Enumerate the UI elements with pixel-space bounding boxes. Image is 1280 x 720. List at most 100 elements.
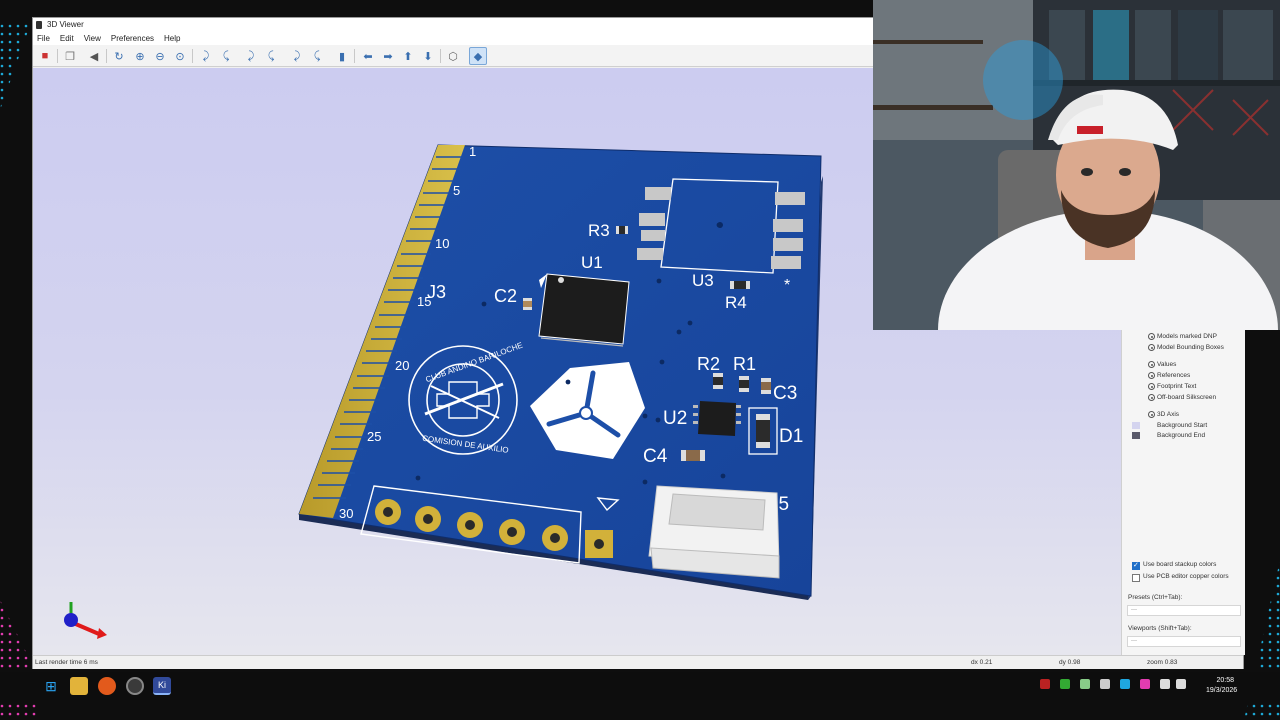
menu-preferences[interactable]: Preferences [111,32,154,45]
ref-c4: C4 [643,446,668,467]
visibility-eye-icon[interactable] [1148,372,1155,379]
clock[interactable]: 20:58 19/3/2026 [1206,676,1237,696]
flip-board-icon[interactable]: ▮ [333,47,351,65]
pan-down-icon[interactable]: ⬇ [419,47,437,65]
pan-right-icon[interactable]: ➡ [379,47,397,65]
ref-d1: D1 [779,426,803,447]
rotate-y-ccw-icon[interactable]: ⤹ [262,47,280,65]
use-pcb-copper-label: Use PCB editor copper colors [1143,573,1229,580]
layer-row-3d-axis[interactable]: 3D Axis [1122,409,1246,420]
file-explorer-icon[interactable] [70,677,88,695]
webcam-overlay [873,0,1280,330]
presets-dropdown[interactable]: --- [1127,605,1241,616]
viewports-label: Viewports (Shift+Tab): [1128,625,1192,632]
resistor-r1 [739,376,749,392]
tray-icon-3[interactable] [1080,679,1090,689]
layer-row-offboard-silk[interactable]: Off-board Silkscreen [1122,392,1246,403]
menu-view[interactable]: View [84,32,101,45]
layer-row-footprint-text[interactable]: Footprint Text [1122,381,1246,392]
layer-label: Model Bounding Boxes [1157,344,1224,351]
pin-number-30: 30 [339,506,353,521]
color-swatch[interactable] [1132,422,1140,429]
layer-row-values[interactable]: Values [1122,359,1246,370]
use-board-stackup-label: Use board stackup colors [1143,561,1217,568]
pin-number-20: 20 [395,358,409,373]
reload-icon[interactable]: ↻ [110,47,128,65]
layer-label: Values [1157,361,1177,368]
visibility-eye-icon[interactable] [1148,333,1155,340]
zoom-fit-icon[interactable]: ⊙ [171,47,189,65]
status-dx: dx 0.21 [971,659,993,666]
capacitor-c4 [681,450,705,461]
zoom-out-icon[interactable]: ⊖ [151,47,169,65]
tray-icon-2[interactable] [1060,679,1070,689]
layers-panel-icon[interactable]: ◆ [469,47,487,65]
resistor-r2 [713,373,723,389]
desktop: { "window": { "title": "3D Viewer", "men… [0,0,1280,720]
layer-label: Off-board Silkscreen [1157,394,1217,401]
visibility-eye-icon[interactable] [1148,411,1155,418]
3d-axis-gizmo [64,602,107,639]
ref-u2: U2 [663,408,687,429]
webcam-feed [873,0,1280,330]
ortho-icon[interactable]: ⬡ [444,47,462,65]
layer-row-references[interactable]: References [1122,370,1246,381]
tray-icon-4[interactable] [1100,679,1110,689]
visibility-eye-icon[interactable] [1148,383,1155,390]
menu-edit[interactable]: Edit [60,32,74,45]
volume-icon[interactable] [1176,679,1186,689]
resistor-r4 [730,281,750,289]
tray-icon-6[interactable] [1140,679,1150,689]
kicad-icon[interactable]: Ki [153,677,171,695]
connector-j5 [648,485,780,579]
ref-u3: U3 [692,271,714,290]
firefox-icon[interactable] [98,677,116,695]
taskbar: ⊞ Ki 20:58 19/3/2026 [0,672,1280,700]
render-icon[interactable]: ■ [36,47,54,65]
status-bar: Last render time 6 ms dx 0.21 dy 0.98 zo… [33,655,1243,669]
color-swatch[interactable] [1132,432,1140,439]
menu-file[interactable]: File [37,32,50,45]
ref-u1: U1 [581,253,603,272]
layer-row-bounding-boxes[interactable]: Model Bounding Boxes [1122,342,1246,353]
ref-r4: R4 [725,293,747,312]
chrome-icon[interactable] [126,677,144,695]
resistor-r3 [616,226,628,234]
layer-label: 3D Axis [1157,411,1180,418]
tray-icon-5[interactable] [1120,679,1130,689]
rotate-z-cw-icon[interactable]: ⤸ [288,47,306,65]
layer-label: Models marked DNP [1157,333,1217,340]
network-icon[interactable] [1160,679,1170,689]
pin-number-10: 10 [435,236,449,251]
menu-help[interactable]: Help [164,32,180,45]
copy-icon[interactable]: ❐ [61,47,79,65]
visibility-eye-icon[interactable] [1148,344,1155,351]
layer-row-models-dnp[interactable]: Models marked DNP [1122,331,1246,342]
pin-number-1: 1 [469,144,476,159]
zoom-in-icon[interactable]: ⊕ [131,47,149,65]
ref-j3: J3 [427,282,446,302]
rotate-z-ccw-icon[interactable]: ⤹ [308,47,326,65]
app-icon [36,21,42,29]
use-board-stackup-checkbox[interactable] [1132,561,1140,570]
pan-left-icon[interactable]: ⬅ [359,47,377,65]
ic-u2 [693,401,741,436]
layer-label: Background End [1157,432,1206,439]
raytrace-icon[interactable]: ◀ [85,47,103,65]
windows-start-icon[interactable]: ⊞ [42,677,60,695]
rotate-x-cw-icon[interactable]: ⤸ [197,47,215,65]
layer-row-background-end[interactable]: Background End [1122,430,1246,441]
pan-up-icon[interactable]: ⬆ [399,47,417,65]
visibility-eye-icon[interactable] [1148,361,1155,368]
pin-number-5: 5 [453,183,460,198]
capacitor-c2 [523,298,532,310]
tray-icon-1[interactable] [1040,679,1050,689]
layer-label: References [1157,372,1191,379]
window-title: 3D Viewer [47,20,84,29]
viewports-dropdown[interactable]: --- [1127,636,1241,647]
rotate-x-ccw-icon[interactable]: ⤹ [217,47,235,65]
rotate-y-cw-icon[interactable]: ⤸ [242,47,260,65]
ref-r1: R1 [733,354,756,374]
use-pcb-copper-checkbox[interactable] [1132,574,1140,582]
visibility-eye-icon[interactable] [1148,394,1155,401]
